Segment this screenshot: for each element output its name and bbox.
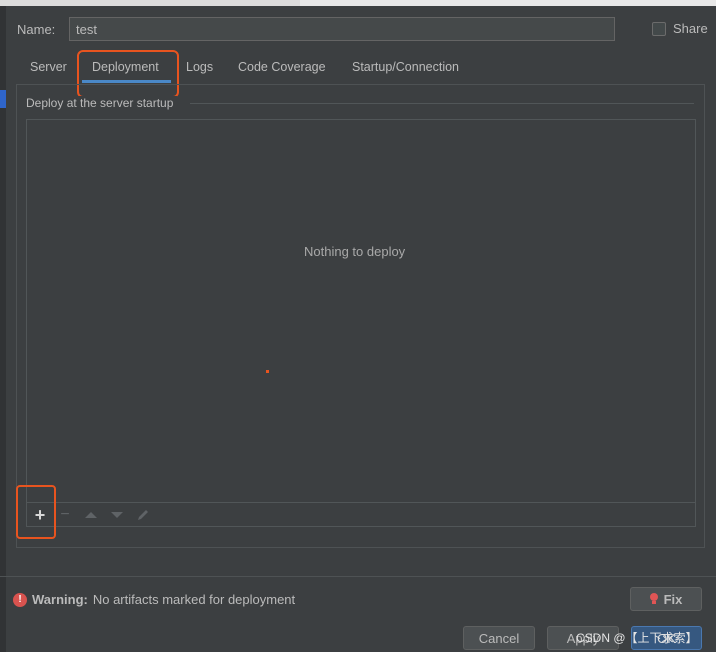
move-down-glyph xyxy=(111,512,123,518)
name-input[interactable] xyxy=(69,17,615,41)
title-strip-segment xyxy=(0,0,300,6)
tab-deployment-label: Deployment xyxy=(92,60,159,74)
move-up-icon[interactable] xyxy=(81,505,101,525)
tab-code-coverage[interactable]: Code Coverage xyxy=(238,52,326,82)
warning-message: ! Warning: No artifacts marked for deplo… xyxy=(13,592,295,607)
deploy-list-toolbar: + − xyxy=(27,502,695,526)
apply-button[interactable]: Apply xyxy=(547,626,619,650)
lightbulb-icon xyxy=(649,593,658,605)
share-checkbox-group[interactable]: Share xyxy=(652,21,708,36)
share-checkbox[interactable] xyxy=(652,21,666,36)
section-title: Deploy at the server startup xyxy=(26,96,178,110)
tab-deployment[interactable]: Deployment xyxy=(82,52,171,83)
add-icon[interactable]: + xyxy=(30,505,50,525)
window-title-strip xyxy=(0,0,716,6)
move-down-icon[interactable] xyxy=(107,505,127,525)
empty-state-text: Nothing to deploy xyxy=(304,244,406,259)
bottom-separator xyxy=(0,576,716,577)
share-label: Share xyxy=(673,21,708,36)
name-label: Name: xyxy=(17,22,56,37)
remove-icon[interactable]: − xyxy=(55,505,75,525)
edit-pencil-glyph xyxy=(138,510,148,520)
ok-button[interactable]: OK xyxy=(631,626,702,650)
deploy-list[interactable] xyxy=(26,119,696,527)
config-tree-edge xyxy=(0,6,6,652)
edit-icon[interactable] xyxy=(133,505,153,525)
cancel-button[interactable]: Cancel xyxy=(463,626,535,650)
tab-server[interactable]: Server xyxy=(30,52,67,82)
active-tab-underline xyxy=(82,80,171,83)
tab-startup-connection[interactable]: Startup/Connection xyxy=(352,52,459,82)
selected-config-marker xyxy=(0,90,6,108)
warning-icon: ! xyxy=(13,592,27,607)
warning-text: No artifacts marked for deployment xyxy=(92,592,296,607)
tab-logs[interactable]: Logs xyxy=(186,52,213,82)
section-divider xyxy=(190,103,694,104)
move-up-glyph xyxy=(85,512,97,518)
fix-button[interactable]: Fix xyxy=(630,587,702,611)
warning-title: Warning: xyxy=(32,592,88,607)
fix-label: Fix xyxy=(663,591,683,607)
cursor-dot xyxy=(266,370,269,373)
